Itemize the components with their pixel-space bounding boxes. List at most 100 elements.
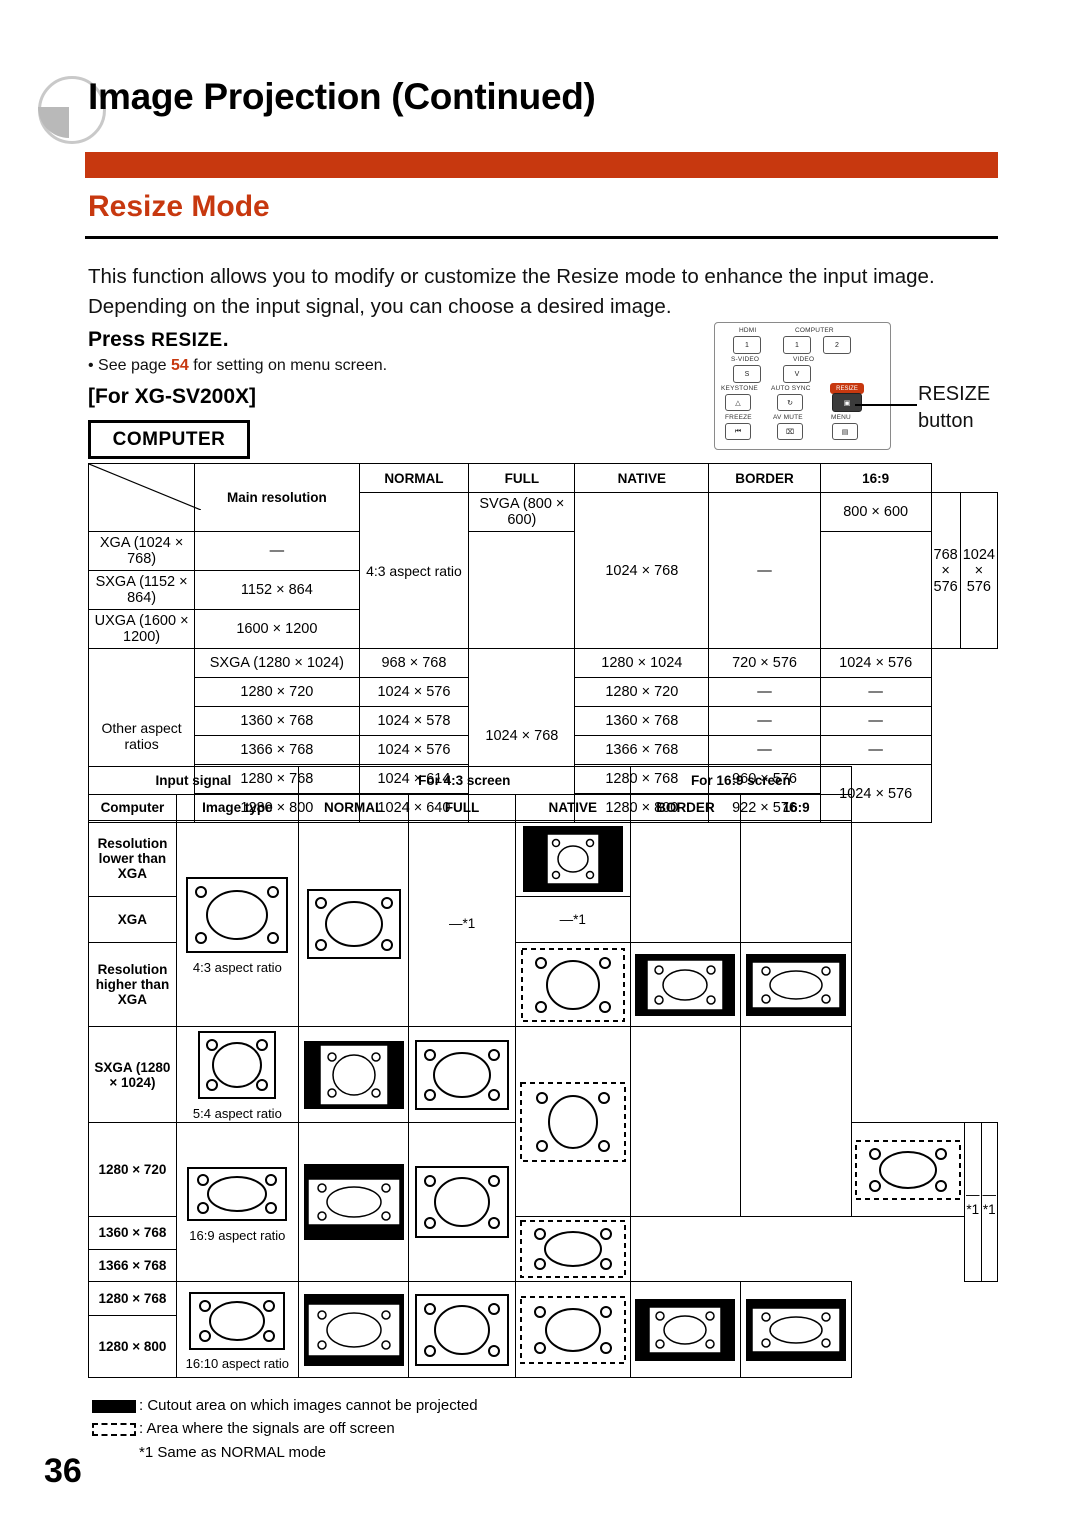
remote-key-computer2[interactable]: 2 [823,336,851,354]
diagonal-corner-cell [87,463,201,532]
remote-key-svideo[interactable]: S [733,365,761,383]
cell-native: 1600 × 1200 [194,609,360,649]
see-page-after: for setting on menu screen. [188,357,388,374]
cell-image-type-43: 4:3 aspect ratio [175,820,299,1027]
remote-label-svideo: S-VIDEO [731,356,760,363]
th-input-signal: Input signal [88,766,299,795]
table-row: Input signal For 4:3 screen For 16:9 scr… [88,766,998,795]
remote-label-autosync: AUTO SYNC [771,385,811,392]
cell-169-1610 [740,1281,852,1378]
cell-169: 1024 × 576 [819,648,932,678]
row-label-line3: XGA [117,992,148,1007]
cell-normal-sxga [297,1026,410,1123]
row-label-line2: higher than [95,977,170,992]
remote-label-hdmi: HDMI [739,327,757,334]
th-for-169-screen: For 16:9 screen [629,766,853,795]
illustration-native-1280-720 [853,1138,963,1202]
model-heading: [For XG-SV200X] [88,385,257,408]
illustration-native-lower [517,824,629,894]
table-row: SXGA (1152 × 864) 1152 × 864 [87,570,998,610]
illustration-169 [742,952,850,1018]
remote-key-autosync[interactable]: ↻ [777,394,803,411]
th-for-43-screen: For 4:3 screen [297,766,631,795]
remote-key-keystone[interactable]: △ [725,394,751,411]
remote-key-avmute[interactable]: ⌧ [777,423,803,440]
row-label-line2: lower than [98,851,167,866]
table-row: SXGA (1280 × 1024) 5:4 aspect ratio [88,1026,998,1217]
cell-full-sxga [408,1026,516,1123]
cell-169: — [819,706,932,736]
cell-resolution: SVGA (800 × 600) [468,492,576,532]
remote-key-resize[interactable]: ▣ [832,393,862,412]
section-divider [85,236,998,239]
legend-line-3: *1 Same as NORMAL mode [139,1443,327,1461]
table-row: Resolution lower than XGA 4:3 aspect rat… [88,820,998,1027]
legend: : Cutout area on which images cannot be … [92,1394,478,1464]
row-label-line1: Resolution [97,962,168,977]
th-native-2: NATIVE [514,794,631,821]
th-normal-2: NORMAL [297,794,410,821]
remote-label-freeze: FREEZE [725,414,752,421]
cell-normal-1610 [297,1281,410,1378]
callout-leader-line [855,404,917,406]
caption-aspect-43: 4:3 aspect ratio [192,960,282,975]
callout-line-1: RESIZE [918,383,991,405]
cell-native: 1366 × 768 [574,735,710,765]
illustration-native-1610 [517,1294,629,1366]
row-label-lower-than-xga: Resolution lower than XGA [88,820,177,897]
cell-native-lower [514,820,631,897]
remote-key-computer1[interactable]: 1 [783,336,811,354]
cell-169-same-as-normal: —*1 [980,1122,998,1282]
table-row: Computer Image type NORMAL FULL NATIVE B… [88,794,998,821]
cell-border-higher [629,942,742,1027]
cell-image-type-54: 5:4 aspect ratio [175,1026,299,1123]
see-page-note: • See page 54 for setting on menu screen… [88,357,387,375]
page-title: Image Projection (Continued) [88,76,596,117]
row-label-1360-768: 1360 × 768 [88,1216,177,1250]
th-169-2: 16:9 [740,794,852,821]
remote-label-computer: COMPUTER [795,327,834,334]
legend-swatch-cutout [92,1399,136,1413]
remote-control-illustration: HDMI COMPUTER 1 1 2 S-VIDEO VIDEO S V KE… [714,322,891,450]
illustration-54 [178,1028,297,1104]
cell-full-169 [408,1122,516,1282]
illustration-1610-source [178,1288,297,1354]
table-row: XGA (1024 × 768) — [87,531,998,571]
resize-button-callout: RESIZE button [918,381,990,435]
intro-paragraph: This function allows you to modify or cu… [88,265,935,318]
illustration-169-source [178,1162,297,1226]
illustration-normal [300,884,407,964]
illustration-native-sxga [517,1080,629,1164]
cell-image-type-1610: 16:10 aspect ratio [175,1281,299,1378]
see-page-before: • See page [88,357,171,374]
remote-key-freeze[interactable]: ⏮ [725,423,751,440]
cell-normal-illustration [297,820,410,1027]
callout-line-2: button [918,410,974,432]
cell-native-xga: —*1 [514,896,631,943]
legend-text-2: : Area where the signals are off screen [139,1420,395,1438]
illustration-native-1360 [517,1218,629,1280]
cell-169-upper [740,820,852,943]
th-full-2: FULL [408,794,516,821]
table-row: Other aspect ratios SXGA (1280 × 1024) 9… [87,648,998,823]
cell-169-group1: 1024 × 576 [959,492,999,649]
press-prefix: Press [88,328,152,351]
cell-border-sxga [629,1026,742,1217]
cell-full-1610 [408,1281,516,1378]
cell-normal: 1024 × 576 [358,677,470,707]
remote-key-menu[interactable]: ▤ [832,423,858,440]
cell-normal-group1: 1024 × 768 [574,492,710,649]
illustration-native-higher [517,946,629,1024]
remote-label-keystone: KEYSTONE [721,385,758,392]
remote-key-hdmi[interactable]: 1 [733,336,761,354]
legend-line-2: : Area where the signals are off screen [92,1417,478,1440]
row-label-xga: XGA [88,896,177,943]
illustration-normal-1610 [300,1290,407,1370]
row-label-line1: Resolution [97,836,168,851]
illustration-normal-169 [300,1161,407,1243]
caption-aspect-169: 16:9 aspect ratio [189,1227,286,1243]
remote-key-video[interactable]: V [783,365,811,383]
row-label-1280-800: 1280 × 800 [88,1315,177,1378]
remote-label-avmute: AV MUTE [773,414,803,421]
th-border: BORDER [708,463,821,493]
